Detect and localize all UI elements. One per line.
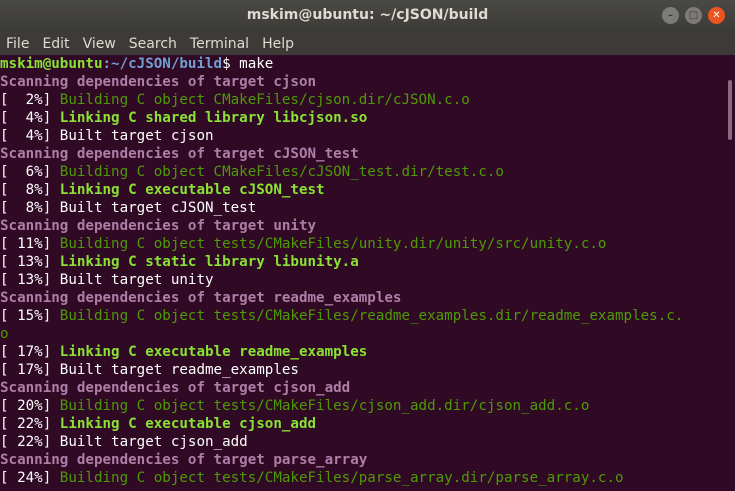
build-text: Building C object tests/CMakeFiles/readm… — [59, 308, 684, 324]
link-text: Linking C static library libunity.a — [59, 254, 359, 270]
plain-text: Built target cjson_add — [59, 434, 248, 450]
progress-percent: [ 17%] — [0, 344, 60, 360]
prompt-line: mskim@ubuntu:~/cJSON/build$ make — [0, 55, 727, 73]
progress-percent: [ 4%] — [0, 128, 60, 144]
output-line: [ 13%] Linking C static library libunity… — [0, 253, 727, 271]
terminal-output[interactable]: mskim@ubuntu:~/cJSON/build$ make Scannin… — [0, 55, 727, 491]
progress-percent: [ 13%] — [0, 254, 60, 270]
build-text: Building C object tests/CMakeFiles/unity… — [59, 236, 607, 252]
scan-text: Scanning dependencies of target readme_e… — [0, 290, 402, 306]
scan-text: Scanning dependencies of target cjson — [0, 74, 317, 90]
progress-percent: [ 6%] — [0, 164, 60, 180]
output-line: [ 24%] Building C object tests/CMakeFile… — [0, 469, 727, 487]
output-line: [ 6%] Building C object CMakeFiles/cJSON… — [0, 163, 727, 181]
output-line: [ 22%] Linking C executable cjson_add — [0, 415, 727, 433]
output-line: Scanning dependencies of target unity — [0, 217, 727, 235]
link-text: Linking C executable cJSON_test — [59, 182, 325, 198]
plain-text: Built target cjson — [59, 128, 214, 144]
close-icon[interactable]: ✕ — [708, 7, 725, 24]
maximize-icon[interactable]: □ — [685, 7, 702, 24]
output-line: [ 4%] Linking C shared library libcjson.… — [0, 109, 727, 127]
link-text: Linking C executable cjson_add — [59, 416, 317, 432]
output-line: [ 17%] Linking C executable readme_examp… — [0, 343, 727, 361]
scan-text: Scanning dependencies of target cjson_ad… — [0, 380, 351, 396]
output-line: o — [0, 325, 727, 343]
progress-percent: [ 2%] — [0, 92, 60, 108]
progress-percent: [ 8%] — [0, 182, 60, 198]
output-line: [ 8%] Built target cJSON_test — [0, 199, 727, 217]
output-line: [ 2%] Building C object CMakeFiles/cjson… — [0, 91, 727, 109]
output-line: Scanning dependencies of target parse_ar… — [0, 451, 727, 469]
menu-view[interactable]: View — [83, 36, 116, 52]
output-line: [ 4%] Built target cjson — [0, 127, 727, 145]
prompt-user: mskim@ubuntu — [0, 56, 103, 72]
link-text: Linking C shared library libcjson.so — [59, 110, 368, 126]
plain-text: Built target unity — [59, 272, 214, 288]
scrollbar[interactable] — [728, 80, 732, 140]
output-line: [ 20%] Building C object tests/CMakeFile… — [0, 397, 727, 415]
output-line: Scanning dependencies of target cjson_ad… — [0, 379, 727, 397]
window-controls: – □ ✕ — [662, 7, 725, 24]
progress-percent: [ 4%] — [0, 110, 60, 126]
menu-edit[interactable]: Edit — [42, 36, 69, 52]
progress-percent: [ 13%] — [0, 272, 60, 288]
build-text: Building C object CMakeFiles/cJSON_test.… — [59, 164, 504, 180]
prompt-path: :~/cJSON/build — [102, 56, 223, 72]
progress-percent: [ 11%] — [0, 236, 60, 252]
minimize-icon[interactable]: – — [662, 7, 679, 24]
output-line: Scanning dependencies of target readme_e… — [0, 289, 727, 307]
menu-bar: File Edit View Search Terminal Help — [0, 32, 735, 55]
output-line: [ 22%] Built target cjson_add — [0, 433, 727, 451]
terminal-window: mskim@ubuntu: ~/cJSON/build – □ ✕ File E… — [0, 0, 735, 491]
output-line: [ 11%] Building C object tests/CMakeFile… — [0, 235, 727, 253]
plain-text: Built target readme_examples — [59, 362, 299, 378]
build-text: o — [0, 326, 9, 342]
link-text: Linking C executable readme_examples — [59, 344, 368, 360]
menu-help[interactable]: Help — [262, 36, 294, 52]
window-title: mskim@ubuntu: ~/cJSON/build — [246, 7, 489, 23]
build-text: Building C object tests/CMakeFiles/parse… — [59, 470, 624, 486]
progress-percent: [ 8%] — [0, 200, 60, 216]
output-line: [ 17%] Built target readme_examples — [0, 361, 727, 379]
menu-search[interactable]: Search — [129, 36, 177, 52]
output-line: [ 8%] Linking C executable cJSON_test — [0, 181, 727, 199]
prompt-command: $ make — [222, 56, 274, 72]
build-text: Building C object CMakeFiles/cjson.dir/c… — [59, 92, 470, 108]
title-bar[interactable]: mskim@ubuntu: ~/cJSON/build – □ ✕ — [0, 0, 735, 32]
progress-percent: [ 15%] — [0, 308, 60, 324]
output-line: Scanning dependencies of target cJSON_te… — [0, 145, 727, 163]
output-line: [ 15%] Building C object tests/CMakeFile… — [0, 307, 727, 325]
scan-text: Scanning dependencies of target parse_ar… — [0, 452, 368, 468]
progress-percent: [ 24%] — [0, 470, 60, 486]
progress-percent: [ 17%] — [0, 362, 60, 378]
output-line: [ 13%] Built target unity — [0, 271, 727, 289]
progress-percent: [ 20%] — [0, 398, 60, 414]
build-text: Building C object tests/CMakeFiles/cjson… — [59, 398, 590, 414]
plain-text: Built target cJSON_test — [59, 200, 257, 216]
menu-terminal[interactable]: Terminal — [190, 36, 249, 52]
menu-file[interactable]: File — [6, 36, 29, 52]
progress-percent: [ 22%] — [0, 434, 60, 450]
scan-text: Scanning dependencies of target unity — [0, 218, 317, 234]
progress-percent: [ 22%] — [0, 416, 60, 432]
scan-text: Scanning dependencies of target cJSON_te… — [0, 146, 359, 162]
output-line: Scanning dependencies of target cjson — [0, 73, 727, 91]
